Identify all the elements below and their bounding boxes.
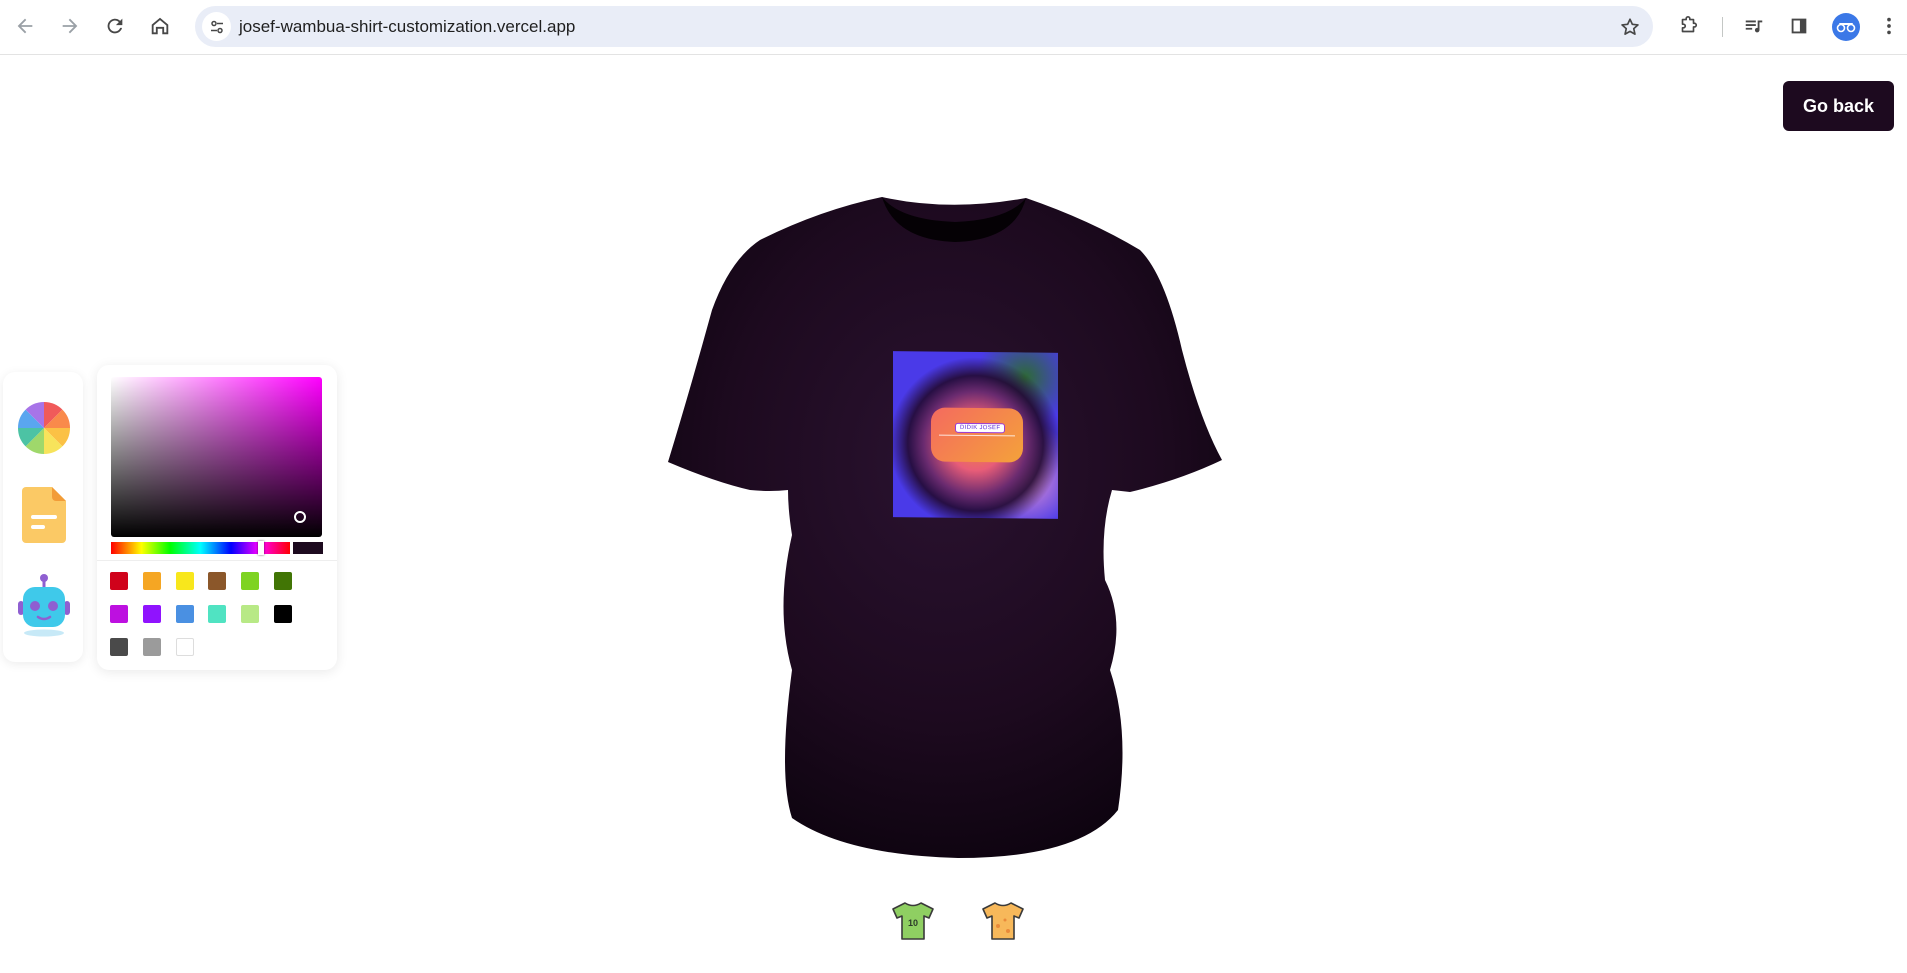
more-vert-icon — [1887, 17, 1891, 35]
color-swatch[interactable] — [208, 605, 227, 623]
forward-button[interactable] — [53, 9, 87, 43]
color-swatch[interactable] — [241, 572, 260, 590]
logo-shirt-text: 10 — [908, 918, 918, 928]
filter-tab-stylish-shirt[interactable] — [980, 898, 1026, 944]
color-swatch[interactable] — [274, 605, 292, 623]
extensions-button[interactable] — [1671, 9, 1705, 43]
tab-aipicker[interactable] — [16, 574, 72, 637]
go-back-button[interactable]: Go back — [1783, 81, 1894, 131]
reload-button[interactable] — [98, 9, 132, 43]
shirt-model — [668, 197, 1222, 858]
shirt-body — [668, 197, 1222, 858]
browser-toolbar: josef-wambua-shirt-customization.vercel.… — [0, 0, 1907, 55]
decal-text: DIDIK JOSEF — [955, 422, 1006, 434]
color-swatch[interactable] — [110, 605, 128, 623]
tab-colorpicker[interactable] — [16, 400, 72, 456]
profile-avatar[interactable] — [1832, 13, 1860, 41]
color-swatch[interactable] — [175, 572, 194, 590]
stylish-shirt-icon — [982, 902, 1024, 940]
incognito-glasses-icon — [1836, 23, 1856, 33]
toolbar-divider — [1722, 17, 1723, 37]
back-button[interactable] — [8, 9, 42, 43]
decal-line — [939, 434, 1015, 437]
shirt-decal: DIDIK JOSEF — [893, 351, 1058, 519]
arrow-right-icon — [62, 18, 78, 34]
robot-icon — [18, 574, 70, 637]
color-swatch[interactable] — [142, 605, 161, 623]
logo-shirt-icon: 10 — [892, 902, 934, 940]
picker-divider — [97, 560, 337, 561]
side-panel-icon — [1791, 18, 1807, 34]
current-color-preview — [293, 542, 323, 554]
saturation-pointer[interactable] — [294, 511, 306, 523]
reload-icon — [107, 18, 123, 34]
arrow-left-icon — [17, 18, 33, 34]
tab-filepicker[interactable] — [16, 487, 72, 543]
saturation-area[interactable] — [111, 377, 322, 537]
color-swatch[interactable] — [274, 572, 292, 590]
tune-icon — [210, 20, 223, 33]
color-swatch[interactable] — [110, 638, 128, 656]
puzzle-icon — [1681, 16, 1698, 33]
home-button[interactable] — [143, 9, 177, 43]
editor-tabs — [3, 372, 83, 662]
color-swatch[interactable] — [142, 572, 161, 590]
url-text[interactable]: josef-wambua-shirt-customization.vercel.… — [239, 17, 575, 37]
color-picker — [97, 365, 337, 670]
filter-tab-logo-shirt[interactable]: 10 — [890, 898, 936, 944]
color-swatch[interactable] — [175, 638, 194, 656]
media-control-button[interactable] — [1737, 9, 1771, 43]
color-wheel-icon — [17, 401, 71, 455]
hue-slider[interactable] — [111, 541, 290, 555]
home-icon — [151, 17, 169, 35]
color-swatch[interactable] — [208, 572, 227, 590]
color-swatch[interactable] — [175, 605, 194, 623]
decal-badge: DIDIK JOSEF — [931, 407, 1023, 463]
site-info-button[interactable] — [202, 12, 231, 41]
file-icon — [22, 487, 66, 543]
color-swatch[interactable] — [142, 638, 161, 656]
bookmark-button[interactable] — [1617, 14, 1643, 40]
color-swatch[interactable] — [110, 572, 128, 590]
color-swatch[interactable] — [241, 605, 260, 623]
browser-menu-button[interactable] — [1872, 9, 1906, 43]
side-panel-button[interactable] — [1782, 9, 1816, 43]
star-icon — [1621, 18, 1639, 35]
hue-slider-handle[interactable] — [258, 541, 264, 555]
playlist-music-icon — [1745, 20, 1763, 33]
address-bar[interactable]: josef-wambua-shirt-customization.vercel.… — [195, 6, 1653, 47]
